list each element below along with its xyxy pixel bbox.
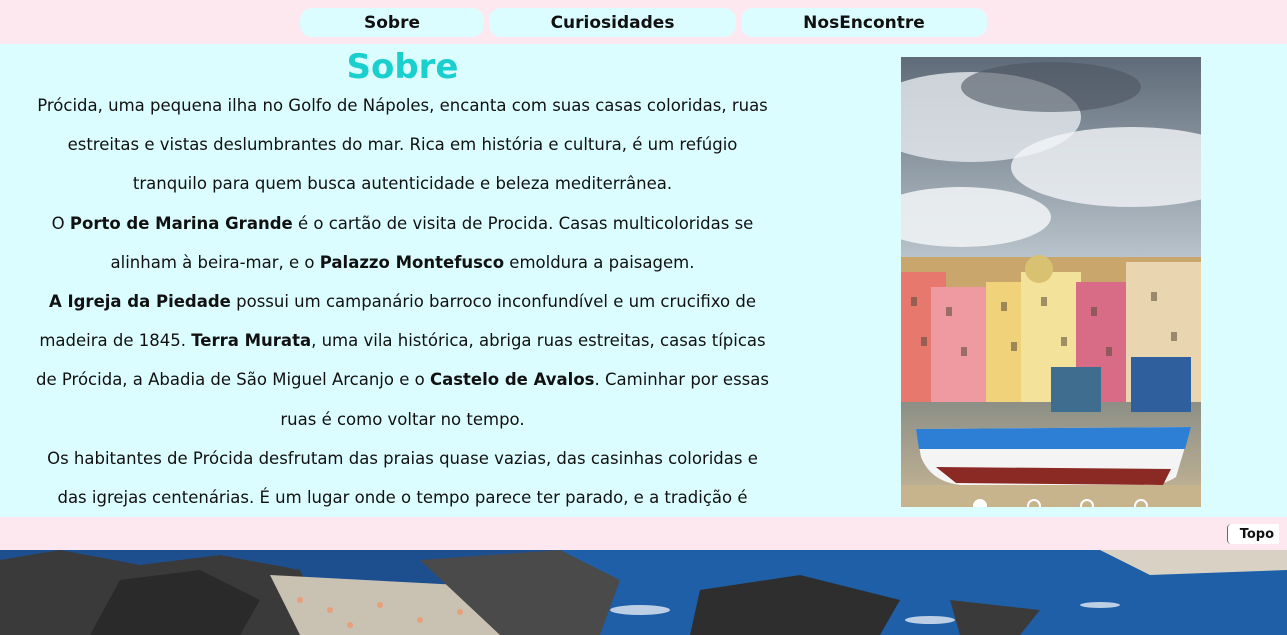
nav-nosencontre-button[interactable]: NosEncontre: [741, 8, 987, 37]
carousel-dot-4[interactable]: [1134, 499, 1148, 507]
nav-curiosidades-button[interactable]: Curiosidades: [489, 8, 736, 37]
paragraph-porto: O Porto de Marina Grande é o cartão de v…: [51, 213, 754, 272]
carousel-dot-1[interactable]: [973, 499, 987, 507]
nav-sobre-button[interactable]: Sobre: [300, 8, 484, 37]
section-title: Sobre: [346, 47, 459, 87]
carousel-dot-2[interactable]: [1027, 499, 1041, 507]
section-text: Prócida, uma pequena ilha no Golfo de Ná…: [30, 86, 775, 556]
sobre-section: Sobre Prócida, uma pequena ilha no Golfo…: [0, 44, 1287, 546]
carousel-dot-3[interactable]: [1080, 499, 1094, 507]
procida-harbor-image: [901, 57, 1201, 507]
paragraph-igreja: A Igreja da Piedade possui um campanário…: [36, 292, 769, 429]
paragraph-intro: Prócida, uma pequena ilha no Golfo de Ná…: [37, 96, 768, 194]
top-navigation: Sobre Curiosidades NosEncontre: [0, 0, 1287, 44]
footer-bar: Topo: [0, 517, 1287, 550]
coast-banner-image: [0, 550, 1287, 635]
image-carousel[interactable]: [901, 57, 1201, 507]
topo-button[interactable]: Topo: [1226, 524, 1279, 544]
